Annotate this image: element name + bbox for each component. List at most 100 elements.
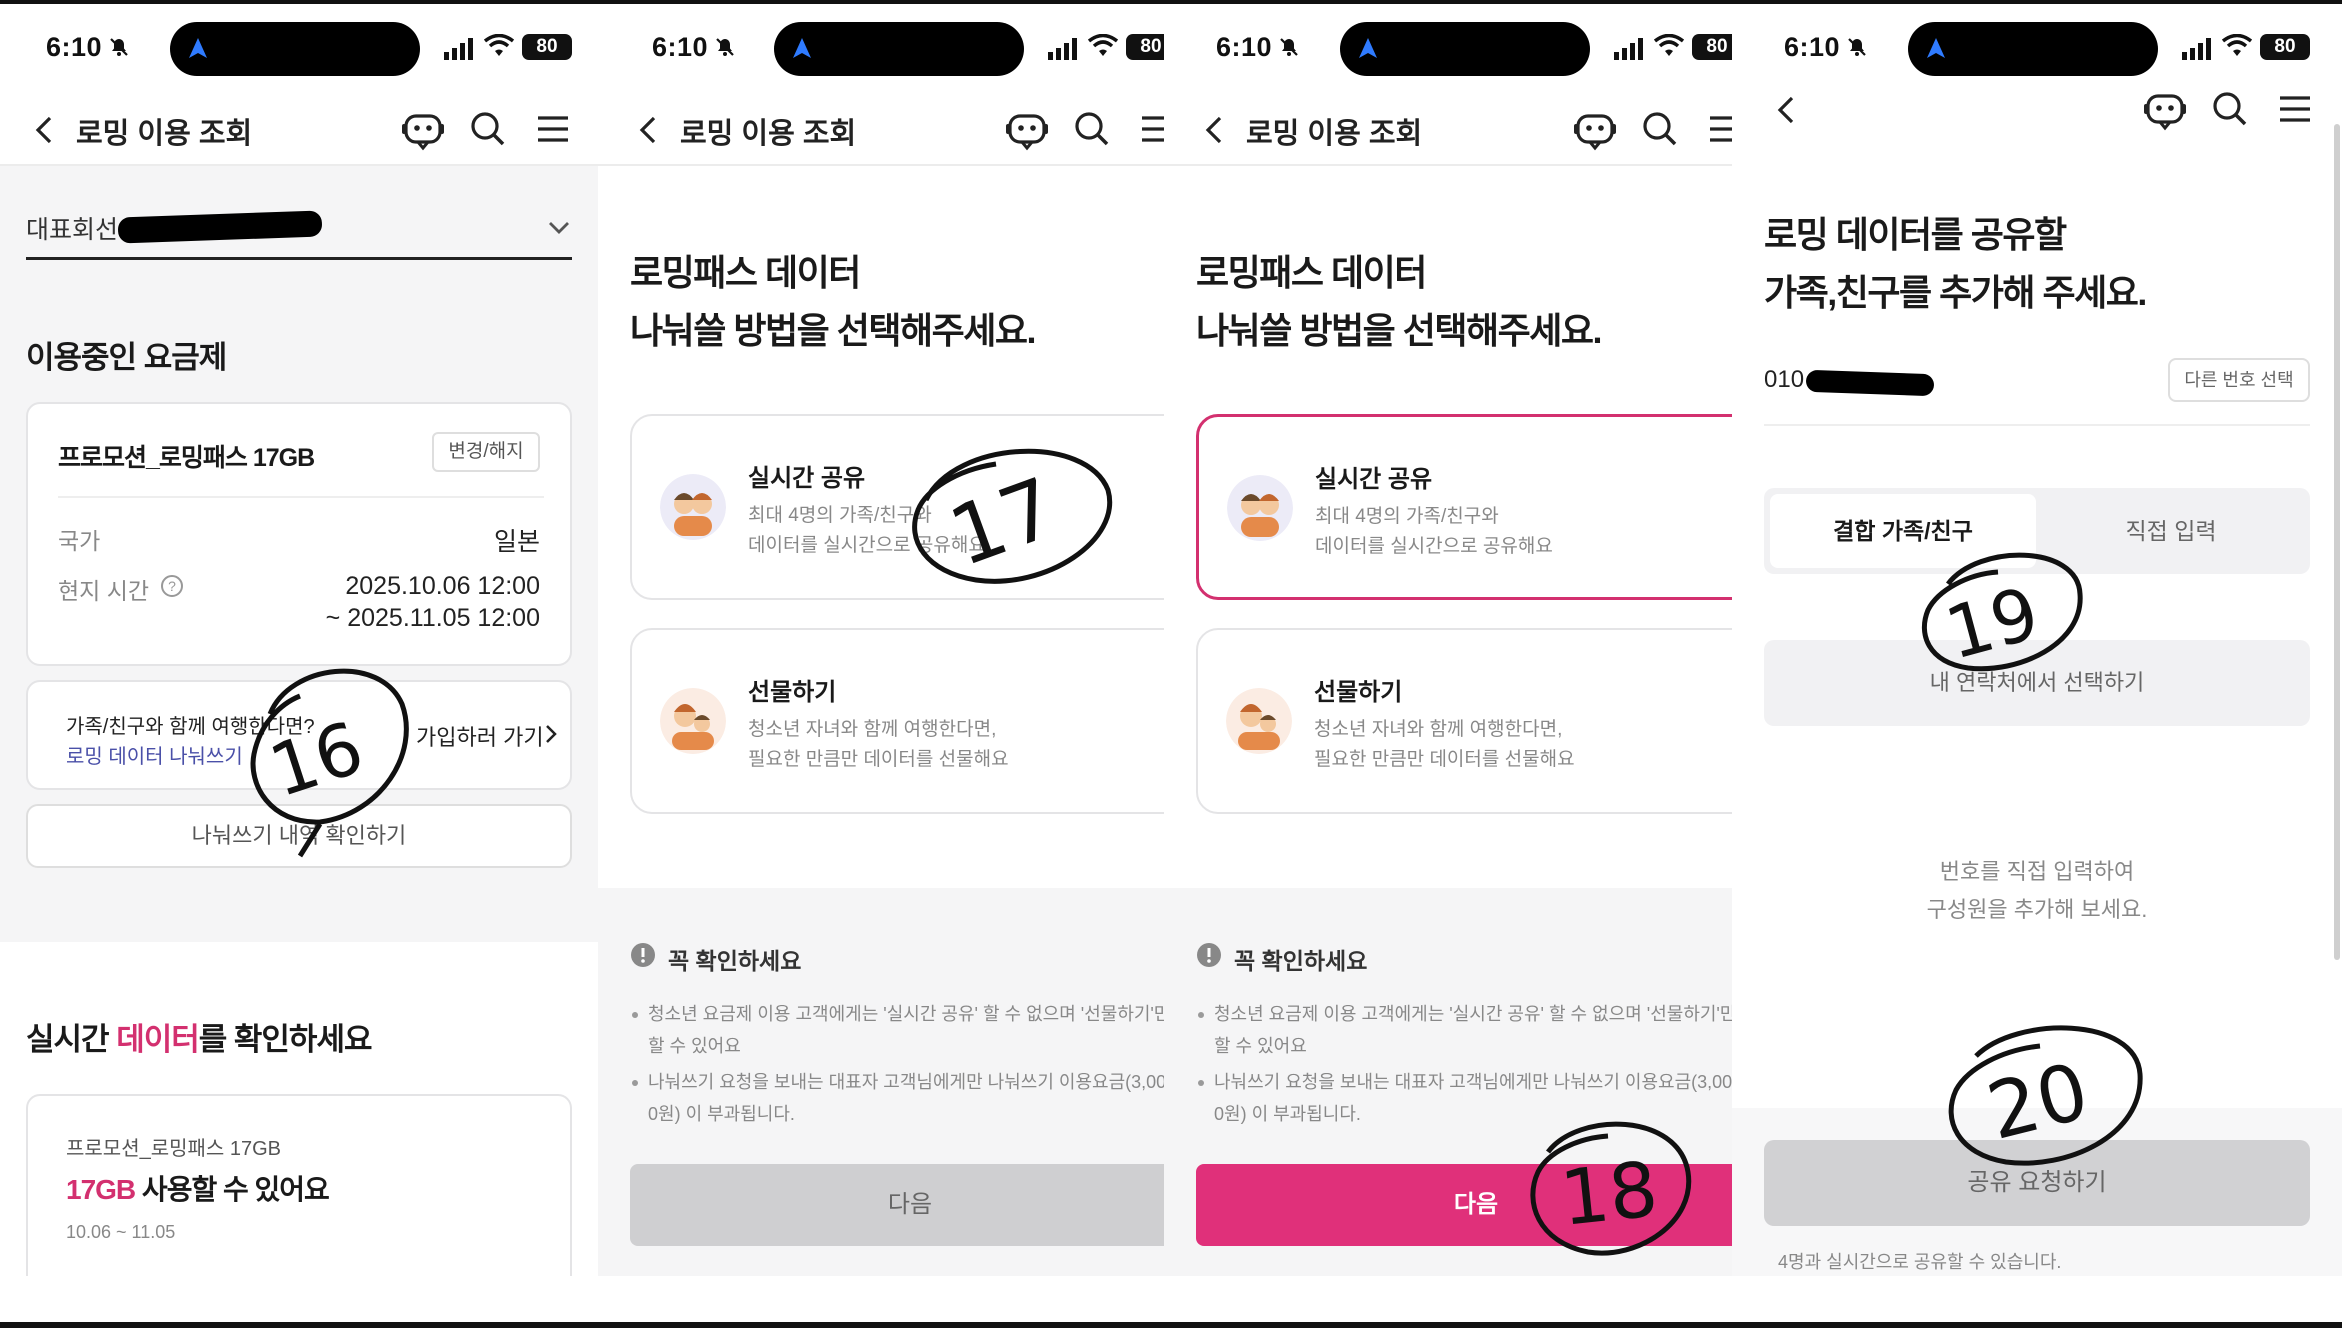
battery-indicator: 80 [522,34,572,60]
search-icon[interactable] [465,106,511,152]
cellular-signal-icon [444,38,473,60]
search-icon[interactable] [2207,86,2253,132]
option1-desc1: 최대 4명의 가족/친구와 [1315,506,1499,527]
menu-icon[interactable] [1702,106,1732,152]
line-label: 대표회선 [26,216,119,244]
search-icon[interactable] [1069,106,1115,152]
svg-text:?: ? [168,578,176,594]
notice-bullet [1198,1080,1204,1086]
tab-family-friends[interactable]: 결합 가족/친구 [1770,494,2036,568]
usage-suffix: 사용할 수 있어요 [135,1174,330,1205]
chatbot-icon[interactable] [2142,86,2188,132]
notice1-line2: 할 수 있어요 [1214,1036,1307,1056]
usage-card: 프로모션_로밍패스 17GB 17GB 사용할 수 있어요 10.06 ~ 11… [26,1094,572,1276]
phone-prefix: 010 [1764,366,1805,393]
menu-icon[interactable] [530,106,576,152]
plan-name: 프로모션_로밍패스 17GB [58,444,315,472]
back-icon[interactable] [30,112,60,148]
line-selector[interactable]: 대표회선 [26,198,572,260]
menu-icon[interactable] [2272,86,2318,132]
select-from-contacts-button[interactable]: 내 연락처에서 선택하기 [1764,640,2310,726]
notice2-line2: 0원) 이 부과됩니다. [648,1104,795,1124]
search-icon[interactable] [1637,106,1683,152]
chatbot-icon[interactable] [1572,106,1618,152]
app-header: 로밍 이용 조회 [1164,100,1732,162]
option-gift[interactable]: 선물하기 청소년 자녀와 함께 여행한다면, 필요한 만큼만 데이터를 선물해요 [630,628,1164,814]
chatbot-icon[interactable] [400,106,446,152]
info-icon [1197,943,1221,967]
option1-desc2: 데이터를 실시간으로 공유해요 [1315,536,1553,557]
next-button-active[interactable]: 다음 [1196,1164,1732,1246]
realtime-title: 실시간 데이터를 확인하세요 [26,1014,373,1059]
card-divider [58,496,544,498]
panel-share-method-selected: 6:10 80 로밍 이용 조회 로밍패스 데이터 나눠쓸 방법을 선택해주세요… [1164,4,1732,1276]
navigation-arrow-icon [1359,38,1377,58]
help-icon[interactable]: ? [160,574,184,598]
page-title: 로밍 이용 조회 [680,118,857,150]
usage-amount: 17GB [66,1174,136,1205]
cellular-signal-icon [2182,38,2211,60]
chevron-down-icon [549,222,569,234]
silent-bell-icon [716,38,734,56]
wifi-icon [2222,34,2252,56]
header-divider [598,164,1164,166]
wifi-icon [1654,34,1684,56]
notice-title: 꼭 확인하세요 [668,948,802,974]
menu-icon[interactable] [1134,106,1164,152]
app-header: 로밍 이용 조회 [0,100,598,162]
notice2-line2: 0원) 이 부과됩니다. [1214,1104,1361,1124]
country-value: 일본 [493,528,540,556]
method-heading-line2: 나눠쓸 방법을 선택해주세요. [1196,310,1602,351]
share-history-button[interactable]: 나눠쓰기 내역 확인하기 [26,804,572,868]
battery-indicator: 80 [2260,34,2310,60]
wifi-icon [484,34,514,56]
share-promo-banner[interactable]: 가족/친구와 함께 여행한다면? 로밍 데이터 나눠쓰기 가입하러 가기 [26,680,572,790]
silent-bell-icon [1280,38,1298,56]
empty-hint-line1: 번호를 직접 입력하여 [1939,859,2135,884]
notice-title: 꼭 확인하세요 [1234,948,1368,974]
notice1-line2: 할 수 있어요 [648,1036,741,1056]
navigation-arrow-icon [1927,38,1945,58]
option1-desc2: 데이터를 실시간으로 공유해요 [748,535,986,556]
empty-hint-line2: 구성원을 추가해 보세요. [1926,897,2148,922]
dynamic-island [1908,22,2158,76]
change-cancel-button[interactable]: 변경/해지 [432,432,540,472]
local-time-end: ~ 2025.11.05 12:00 [325,604,540,632]
back-icon[interactable] [634,112,664,148]
page-title: 로밍 이용 조회 [76,118,253,150]
chevron-right-icon [546,725,557,743]
plan-card: 프로모션_로밍패스 17GB 변경/해지 국가 일본 현지 시간 ? 2025.… [26,402,572,666]
share-request-button[interactable]: 공유 요청하기 [1764,1140,2310,1226]
option2-desc1: 청소년 자녀와 함께 여행한다면, [1314,719,1563,740]
local-time-label: 현지 시간 [58,578,150,604]
app-header: 로밍 이용 조회 [598,100,1164,162]
option-realtime-share[interactable]: 실시간 공유 최대 4명의 가족/친구와 데이터를 실시간으로 공유해요 [630,414,1164,600]
cellular-signal-icon [1614,38,1643,60]
scrollbar[interactable] [2334,124,2340,960]
next-button-disabled[interactable]: 다음 [630,1164,1164,1246]
chatbot-icon[interactable] [1004,106,1050,152]
notice1-line1: 청소년 요금제 이용 고객에게는 '실시간 공유' 할 수 없으며 '선물하기'… [648,1004,1164,1024]
wifi-icon [1088,34,1118,56]
section-divider [1764,424,2310,426]
status-bar: 6:10 80 [0,4,598,92]
status-time: 6:10 [1216,32,1273,62]
usage-amount-line: 17GB 사용할 수 있어요 [66,1168,330,1208]
option-gift[interactable]: 선물하기 청소년 자녀와 함께 여행한다면, 필요한 만큼만 데이터를 선물해요 [1196,628,1732,814]
other-number-button[interactable]: 다른 번호 선택 [2168,358,2310,402]
promo-link[interactable]: 가입하러 가기 [416,720,544,752]
gift-avatar-icon [660,688,726,754]
back-icon[interactable] [1200,112,1230,148]
promo-line1: 가족/친구와 함께 여행한다면? [66,716,315,738]
back-icon[interactable] [1772,92,1802,128]
silent-bell-icon [110,38,128,56]
option1-title: 실시간 공유 [1315,466,1433,493]
option1-title: 실시간 공유 [748,465,866,492]
panel-roaming-usage: 6:10 80 로밍 이용 조회 대표회선 이용중인 요금제 프로모션_로밍패스… [0,4,598,1276]
option-realtime-share-selected[interactable]: 실시간 공유 최대 4명의 가족/친구와 데이터를 실시간으로 공유해요 [1196,414,1732,600]
tab-direct-input[interactable]: 직접 입력 [2038,494,2304,568]
status-time: 6:10 [46,32,103,62]
page-title: 로밍 이용 조회 [1246,118,1423,150]
dynamic-island [170,22,420,76]
realtime-suffix: 를 확인하세요 [198,1022,373,1057]
